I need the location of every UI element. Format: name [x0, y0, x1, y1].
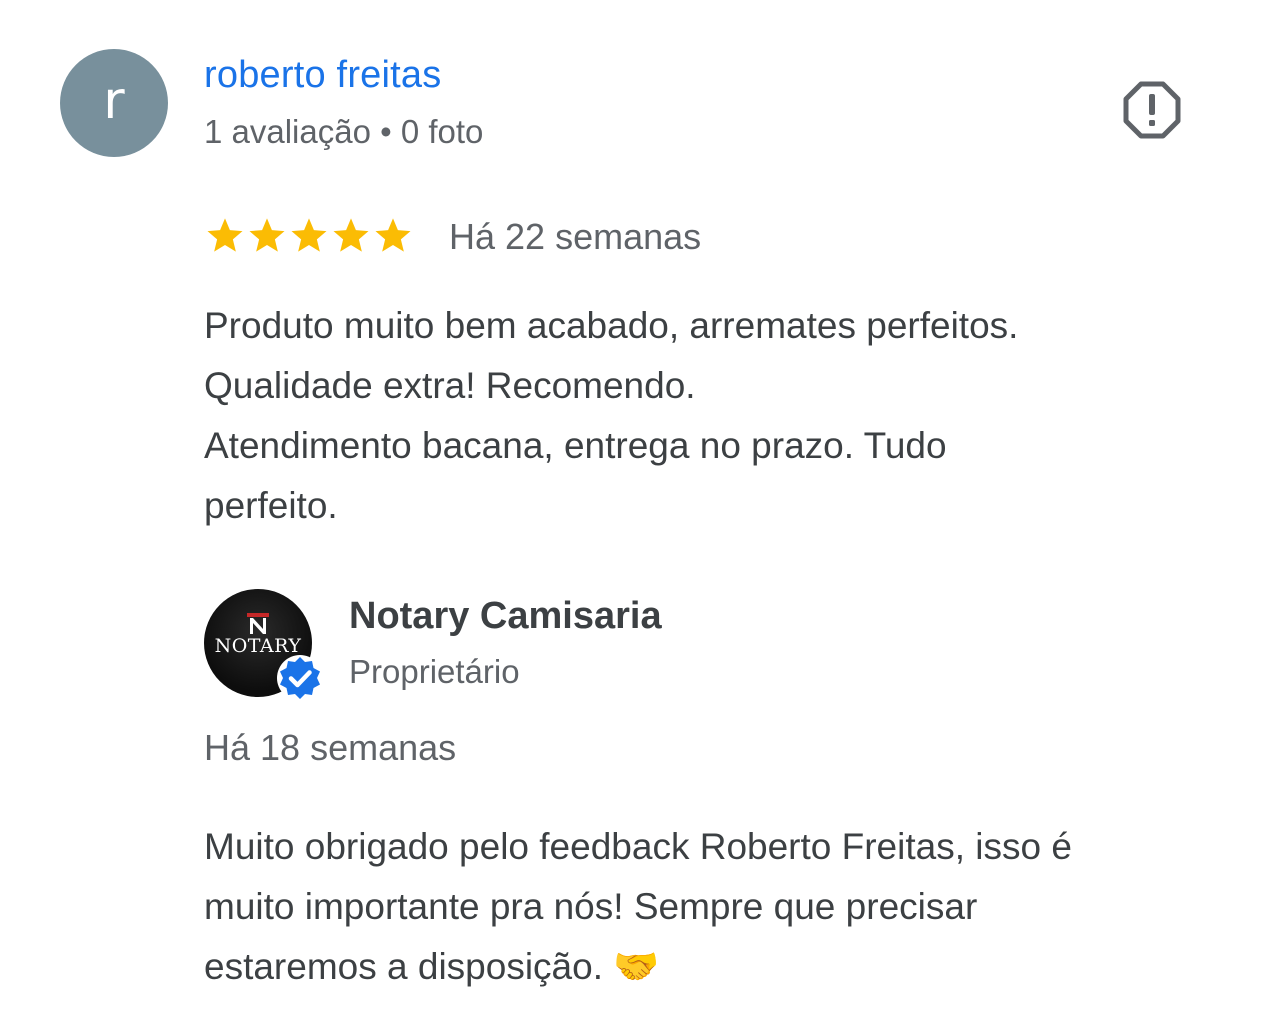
response-text-line: muito importante pra nós! Sempre que pre…: [204, 886, 978, 927]
verified-badge-icon: [277, 655, 323, 701]
star-icon: [291, 218, 327, 252]
reviewer-avatar[interactable]: r: [60, 49, 168, 157]
handshake-emoji-icon: 🤝: [613, 945, 660, 988]
response-date: Há 18 semanas: [204, 727, 457, 768]
notary-n-logo-icon: [247, 613, 269, 634]
response-text-line: estaremos a disposição. 🤝: [204, 937, 1264, 997]
star-icon: [375, 218, 411, 252]
review-text-line: Produto muito bem acabado, arremates per…: [204, 305, 1019, 346]
owner-name: Notary Camisaria: [349, 595, 662, 637]
review-text-line: Atendimento bacana, entrega no prazo. Tu…: [204, 425, 947, 466]
response-text-line-content: estaremos a disposição.: [204, 946, 614, 987]
star-icon: [249, 218, 285, 252]
star-icon: [207, 218, 243, 252]
star-icon: [333, 218, 369, 252]
review-text-line: perfeito.: [204, 485, 338, 526]
review-date: Há 22 semanas: [449, 216, 702, 257]
response-text-line: Muito obrigado pelo feedback Roberto Fre…: [204, 826, 1072, 867]
avatar-letter: r: [103, 71, 125, 131]
review-card: r roberto freitas 1 avaliação • 0 foto H…: [0, 0, 1284, 1025]
reviewer-name-link[interactable]: roberto freitas: [204, 54, 441, 97]
review-text: Produto muito bem acabado, arremates per…: [204, 296, 1244, 536]
report-octagon-icon: [1123, 81, 1181, 139]
star-rating: [204, 214, 414, 256]
reviewer-meta: 1 avaliação • 0 foto: [204, 113, 484, 150]
owner-role: Proprietário: [349, 653, 520, 690]
report-review-button[interactable]: [1120, 78, 1184, 142]
review-text-line: Qualidade extra! Recomendo.: [204, 365, 696, 406]
response-text: Muito obrigado pelo feedback Roberto Fre…: [204, 817, 1264, 997]
